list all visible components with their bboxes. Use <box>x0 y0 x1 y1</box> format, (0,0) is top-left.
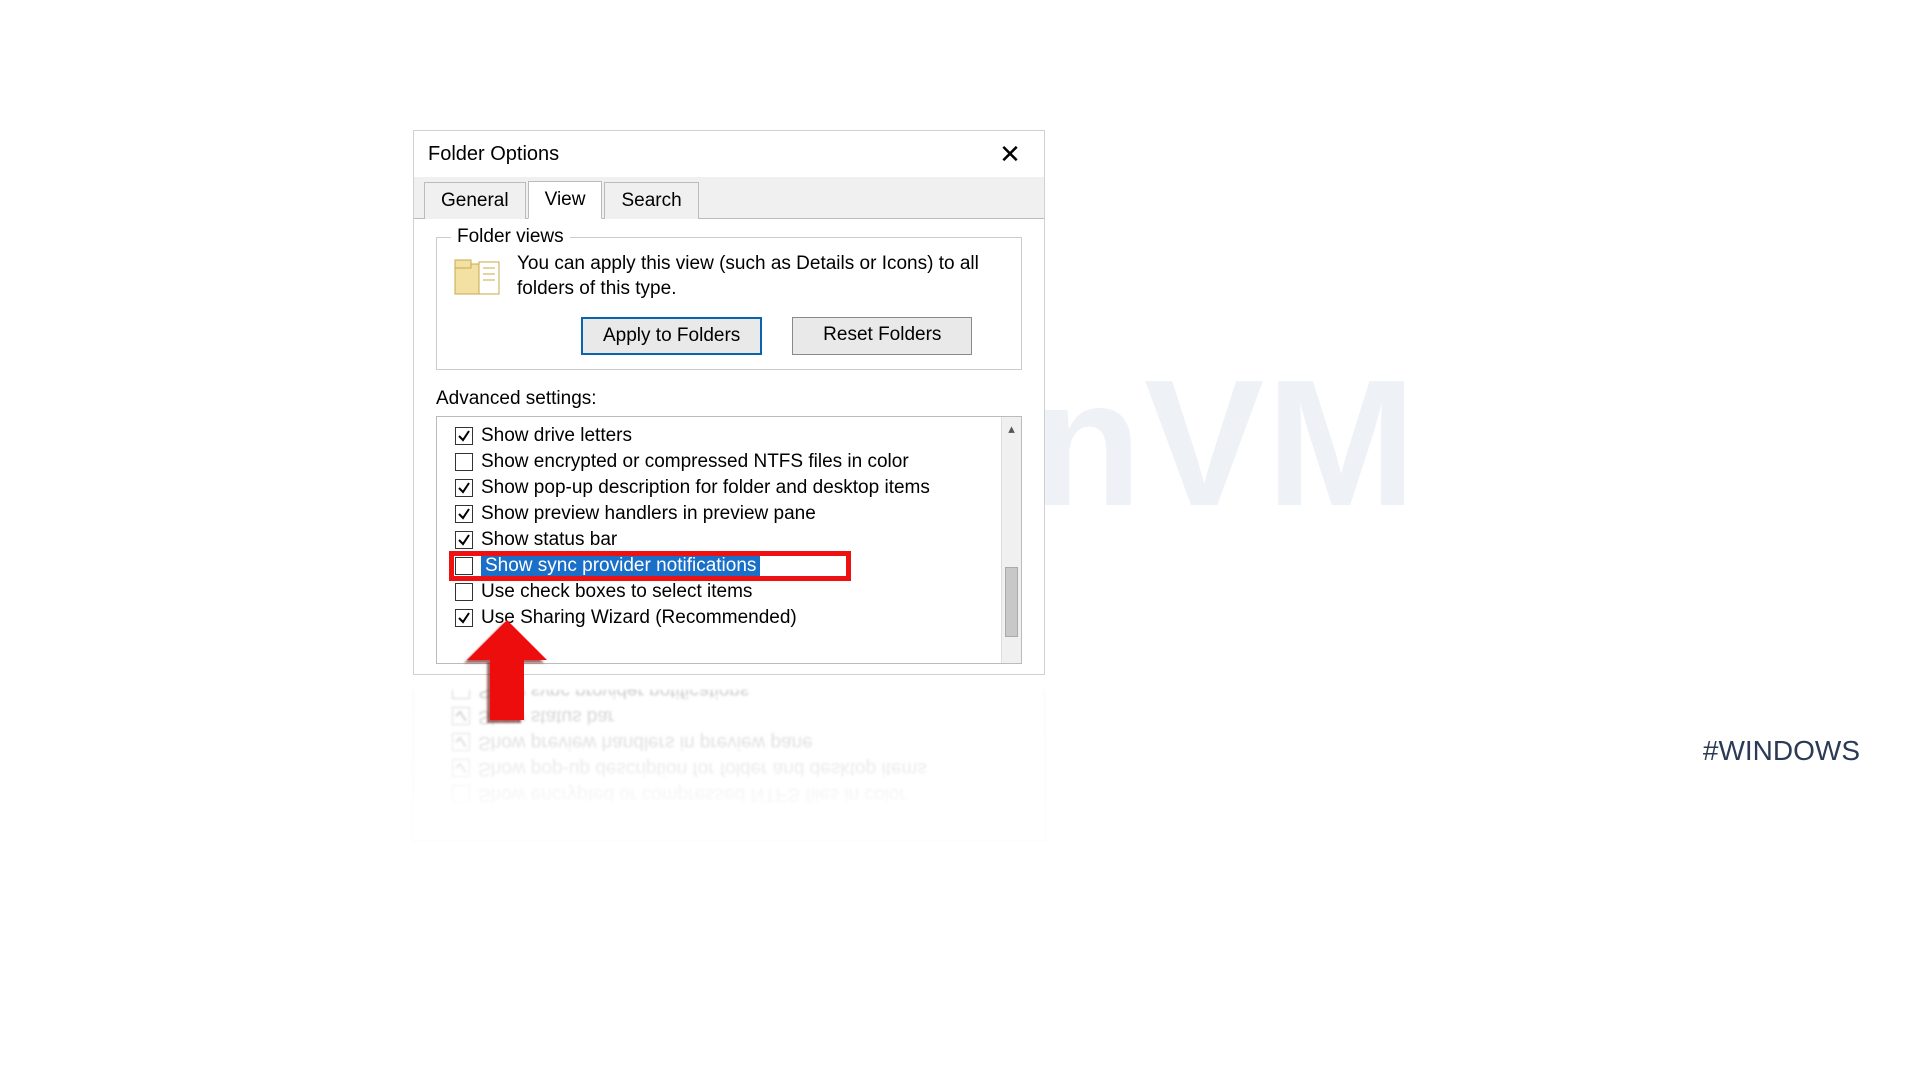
checkbox-icon[interactable] <box>452 785 470 803</box>
checkbox-icon[interactable] <box>452 811 470 829</box>
tab-general[interactable]: General <box>424 182 526 219</box>
checkbox-icon[interactable] <box>455 505 473 523</box>
advanced-setting-label: Show pop-up description for folder and d… <box>481 477 930 499</box>
reflection-decoration: Show drive letters Show encrypted or comp… <box>413 690 1045 840</box>
advanced-setting-row[interactable]: Show status bar <box>455 527 1011 553</box>
advanced-setting-label: Show preview handlers in preview pane <box>481 503 816 525</box>
folder-views-group: Folder views You can apply this view (su… <box>436 237 1022 370</box>
advanced-setting-row[interactable]: Show status bar <box>452 703 1034 729</box>
tab-content-view: Folder views You can apply this view (su… <box>414 219 1044 674</box>
advanced-setting-row[interactable]: Show preview handlers in preview pane <box>452 729 1034 755</box>
advanced-setting-row[interactable]: Show pop-up description for folder and d… <box>455 475 1011 501</box>
advanced-setting-label: Show drive letters <box>478 809 629 831</box>
scrollbar[interactable]: ▴ <box>1001 417 1021 663</box>
advanced-setting-label: Show status bar <box>478 705 614 727</box>
advanced-setting-row[interactable]: Show drive letters <box>452 807 1034 833</box>
advanced-setting-row[interactable]: Show preview handlers in preview pane <box>455 501 1011 527</box>
close-icon[interactable]: ✕ <box>990 139 1030 169</box>
tab-search[interactable]: Search <box>604 182 698 219</box>
checkbox-icon[interactable] <box>455 609 473 627</box>
folder-options-dialog: Folder Options ✕ General View Search Fol… <box>413 130 1045 675</box>
advanced-setting-label: Show sync provider notifications <box>481 555 760 577</box>
advanced-setting-row[interactable]: Show sync provider notifications <box>452 690 1034 703</box>
checkbox-icon[interactable] <box>452 707 470 725</box>
checkbox-icon[interactable] <box>455 531 473 549</box>
checkbox-icon[interactable] <box>455 479 473 497</box>
reset-folders-button[interactable]: Reset Folders <box>792 317 972 355</box>
advanced-setting-label: Show pop-up description for folder and d… <box>478 757 927 779</box>
advanced-setting-label: Show status bar <box>481 529 617 551</box>
tab-strip: General View Search <box>414 177 1044 219</box>
advanced-setting-row[interactable]: Use Sharing Wizard (Recommended) <box>455 605 1011 631</box>
checkbox-icon[interactable] <box>452 690 470 699</box>
advanced-setting-row[interactable]: Show sync provider notifications <box>455 553 1011 579</box>
titlebar: Folder Options ✕ <box>414 131 1044 177</box>
advanced-setting-row[interactable]: Show encrypted or compressed NTFS files … <box>452 781 1034 807</box>
tab-view[interactable]: View <box>528 181 603 219</box>
advanced-setting-label: Show encrypted or compressed NTFS files … <box>478 783 906 805</box>
advanced-setting-row[interactable]: Use check boxes to select items <box>455 579 1011 605</box>
advanced-setting-label: Show drive letters <box>481 425 632 447</box>
folder-views-description: You can apply this view (such as Details… <box>517 252 1005 301</box>
advanced-setting-label: Use check boxes to select items <box>481 581 752 603</box>
advanced-setting-label: Use Sharing Wizard (Recommended) <box>481 607 797 629</box>
advanced-setting-row[interactable]: Show pop-up description for folder and d… <box>452 755 1034 781</box>
dialog-title: Folder Options <box>428 143 559 166</box>
hashtag-label: #WINDOWS <box>1703 735 1860 767</box>
checkbox-icon[interactable] <box>455 557 473 575</box>
scroll-thumb[interactable] <box>1005 567 1018 637</box>
advanced-settings-list[interactable]: Show drive letters Show encrypted or comp… <box>436 416 1022 664</box>
apply-to-folders-button[interactable]: Apply to Folders <box>581 317 762 355</box>
checkbox-icon[interactable] <box>452 759 470 777</box>
checkbox-icon[interactable] <box>455 583 473 601</box>
checkbox-icon[interactable] <box>455 427 473 445</box>
advanced-setting-label: Show preview handlers in preview pane <box>478 731 813 753</box>
advanced-settings-label: Advanced settings: <box>436 388 1022 410</box>
folder-icon <box>453 256 501 298</box>
checkbox-icon[interactable] <box>452 733 470 751</box>
scroll-up-icon[interactable]: ▴ <box>1002 421 1021 437</box>
advanced-setting-row[interactable]: Show drive letters <box>455 423 1011 449</box>
folder-views-label: Folder views <box>451 226 570 248</box>
advanced-setting-label: Show encrypted or compressed NTFS files … <box>481 451 909 473</box>
advanced-setting-label: Show sync provider notifications <box>478 690 749 701</box>
checkbox-icon[interactable] <box>455 453 473 471</box>
advanced-setting-row[interactable]: Show encrypted or compressed NTFS files … <box>455 449 1011 475</box>
